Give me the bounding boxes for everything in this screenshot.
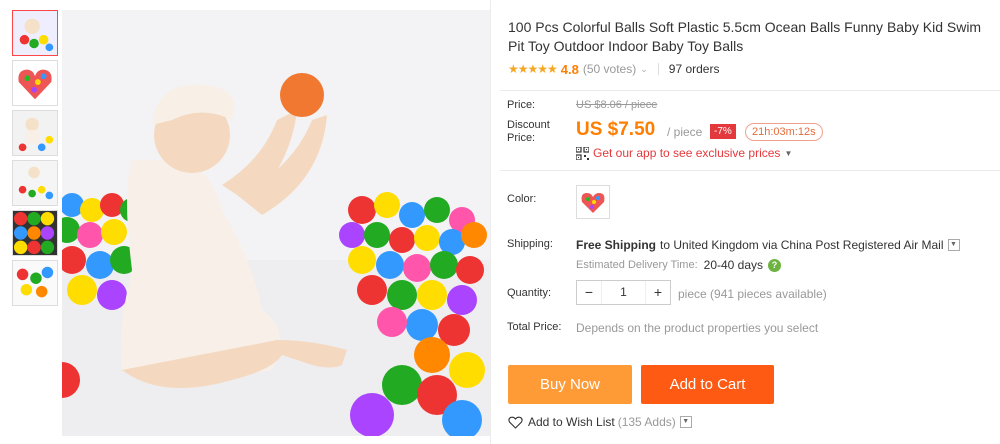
rating-row: ★★★★★ 4.8 (50 votes) ⌄ 97 orders bbox=[508, 60, 719, 78]
discount-label-line2: Price: bbox=[507, 132, 536, 144]
wishlist-dropdown-icon[interactable]: ▼ bbox=[679, 416, 692, 428]
pieces-available: piece (941 pieces available) bbox=[678, 287, 827, 301]
buy-now-button[interactable]: Buy Now bbox=[508, 365, 632, 404]
color-option-swatch[interactable] bbox=[576, 185, 610, 219]
app-promo-text: Get our app to see exclusive prices bbox=[593, 146, 781, 160]
quantity-increase-button[interactable]: + bbox=[646, 281, 670, 304]
delivery-estimate-label: Estimated Delivery Time: bbox=[576, 259, 698, 271]
quantity-input[interactable]: 1 bbox=[601, 281, 646, 304]
rating-stars-icon: ★★★★★ bbox=[508, 62, 558, 76]
divider bbox=[500, 90, 1000, 91]
thumbnail-1[interactable] bbox=[12, 10, 58, 56]
qr-code-icon bbox=[576, 146, 589, 160]
chevron-down-icon[interactable]: ⌄ bbox=[640, 64, 648, 75]
free-shipping-text: Free Shipping bbox=[576, 238, 657, 252]
original-price: US $8.06 / piece bbox=[576, 99, 658, 111]
thumbnail-5[interactable] bbox=[12, 210, 58, 256]
price-label: Price: bbox=[507, 99, 536, 111]
add-to-cart-button[interactable]: Add to Cart bbox=[641, 365, 774, 404]
delivery-estimate: Estimated Delivery Time: 20-40 days ? bbox=[576, 258, 782, 272]
add-to-wishlist-link[interactable]: Add to Wish List (135 Adds) ▼ bbox=[508, 415, 692, 429]
rating-score[interactable]: 4.8 bbox=[561, 62, 579, 77]
wishlist-label: Add to Wish List bbox=[528, 415, 615, 429]
quantity-label: Quantity: bbox=[507, 287, 552, 299]
color-label: Color: bbox=[507, 193, 537, 205]
discount-label-line1: Discount bbox=[507, 119, 550, 131]
thumbnail-6[interactable] bbox=[12, 260, 58, 306]
wishlist-count: (135 Adds) bbox=[617, 415, 676, 429]
main-product-image[interactable] bbox=[62, 10, 490, 436]
thumbnail-list bbox=[4, 6, 62, 306]
price-unit: / piece bbox=[667, 125, 703, 139]
total-price-note: Depends on the product properties you se… bbox=[576, 321, 819, 335]
divider bbox=[500, 170, 1000, 171]
quantity-decrease-button[interactable]: − bbox=[577, 281, 601, 304]
shipping-info: Free Shipping to United Kingdom via Chin… bbox=[576, 238, 960, 252]
current-price: US $7.50 bbox=[576, 119, 656, 140]
help-icon[interactable]: ? bbox=[768, 258, 782, 272]
discount-price-label: Discount Price: bbox=[507, 119, 550, 145]
thumbnail-3[interactable] bbox=[12, 110, 58, 156]
delivery-days: 20-40 days bbox=[703, 258, 764, 272]
order-count: 97 orders bbox=[668, 62, 720, 76]
product-title: 100 Pcs Colorful Balls Soft Plastic 5.5c… bbox=[508, 19, 982, 54]
total-price-label: Total Price: bbox=[507, 321, 562, 333]
thumbnail-2[interactable] bbox=[12, 60, 58, 106]
thumbnail-4[interactable] bbox=[12, 160, 58, 206]
quantity-stepper: − 1 + bbox=[576, 280, 671, 305]
rating-votes[interactable]: (50 votes) bbox=[583, 62, 636, 76]
shipping-dropdown-icon[interactable]: ▼ bbox=[947, 239, 960, 251]
shipping-label: Shipping: bbox=[507, 238, 553, 250]
panel-divider bbox=[490, 0, 491, 444]
separator bbox=[657, 63, 659, 75]
shipping-destination: to United Kingdom via China Post Registe… bbox=[660, 238, 944, 252]
app-promo-link[interactable]: Get our app to see exclusive prices ▼ bbox=[576, 146, 792, 160]
discount-badge: -7% bbox=[710, 124, 736, 139]
caret-down-icon: ▼ bbox=[784, 148, 793, 158]
heart-icon bbox=[508, 416, 523, 429]
countdown-timer: 21h:03m:12s bbox=[745, 123, 823, 141]
